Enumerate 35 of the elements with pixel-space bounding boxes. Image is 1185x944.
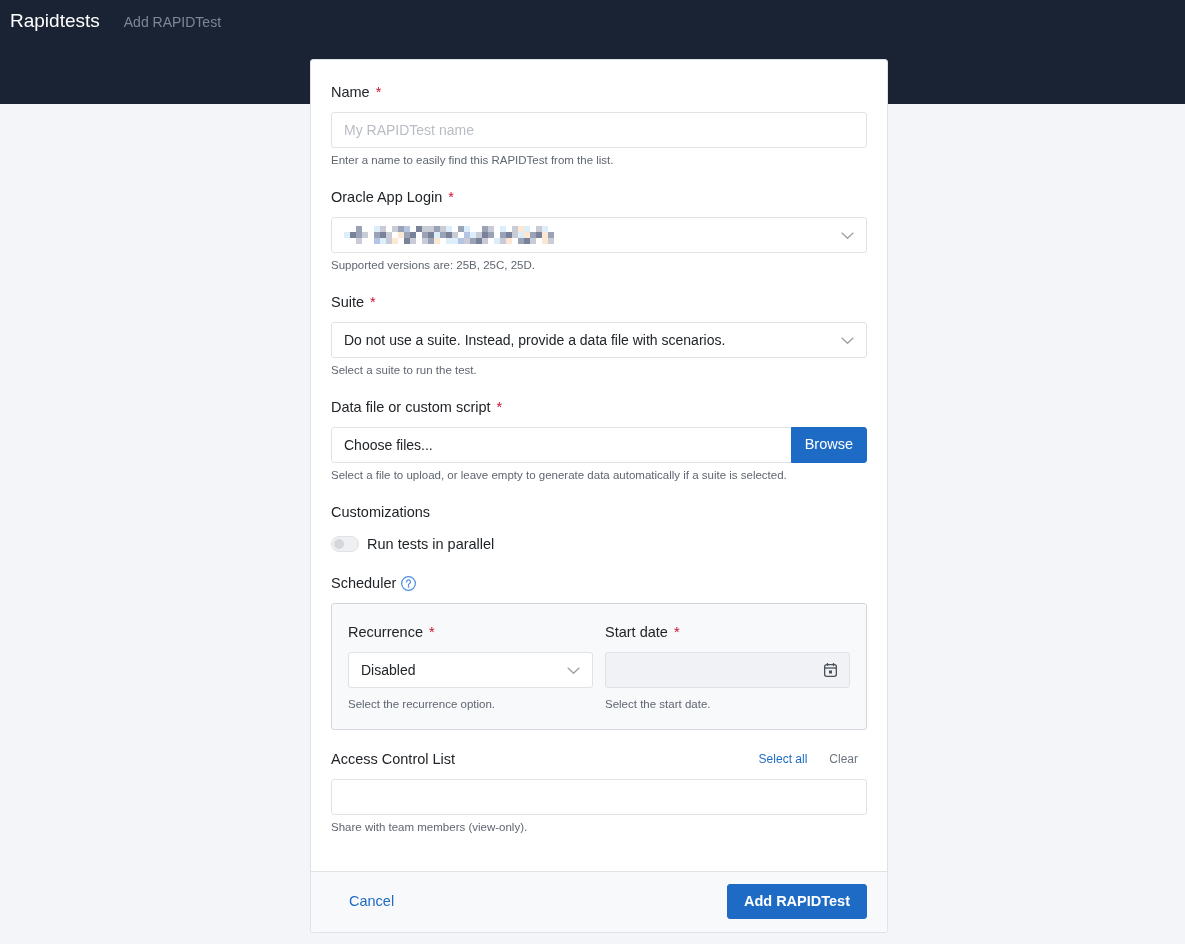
chevron-down-icon <box>841 231 854 239</box>
help-text: Share with team members (view-only). <box>331 820 529 835</box>
select-field[interactable]: Do not use a suite. Instead, provide a data file with scenarios. <box>331 322 867 358</box>
browse-button[interactable]: Browse <box>790 427 867 463</box>
field-label: Data file or custom script * <box>331 398 504 417</box>
brand-link[interactable]: Rapidtests <box>10 9 100 33</box>
section-label: Customizations <box>331 503 432 522</box>
help-text: Select the start date. <box>605 697 712 712</box>
field-label: Start date * <box>605 623 681 642</box>
action-link[interactable]: Clear <box>820 751 867 767</box>
help-text: Select a file to upload, or leave empty to generate data automatically if a suite is selected. <box>331 468 788 483</box>
select-field[interactable] <box>331 217 867 253</box>
chevron-down-icon <box>567 666 580 674</box>
help-text: Select a suite to run the test. <box>331 363 478 378</box>
toggle-switch[interactable] <box>331 536 359 552</box>
file-field[interactable]: Choose files... <box>331 427 792 463</box>
field-label: Recurrence * <box>348 623 436 642</box>
page-title: Add RAPIDTest <box>123 13 222 32</box>
switch-label: Run tests in parallel <box>367 535 495 554</box>
field-label: Oracle App Login * <box>331 188 455 207</box>
field-label: Suite * <box>331 293 377 312</box>
action-link[interactable]: Select all <box>749 751 817 767</box>
help-text: Supported versions are: 25B, 25C, 25D. <box>331 258 536 273</box>
submit-button[interactable]: Add RAPIDTest <box>726 884 867 920</box>
calendar-icon <box>824 663 837 677</box>
help-text: Select the recurrence option. <box>348 697 497 712</box>
text-input[interactable]: My RAPIDTest name <box>331 112 867 148</box>
help-text: Enter a name to easily find this RAPIDTest from the list. <box>331 153 615 168</box>
select-field[interactable]: Disabled <box>348 652 593 688</box>
field-label: Name * <box>331 83 383 102</box>
chevron-down-icon <box>841 336 854 344</box>
multiselect-input[interactable] <box>331 779 867 815</box>
field-label: Access Control List <box>331 750 456 769</box>
cancel-button[interactable]: Cancel <box>331 884 413 920</box>
section-label: Scheduler <box>331 574 397 593</box>
